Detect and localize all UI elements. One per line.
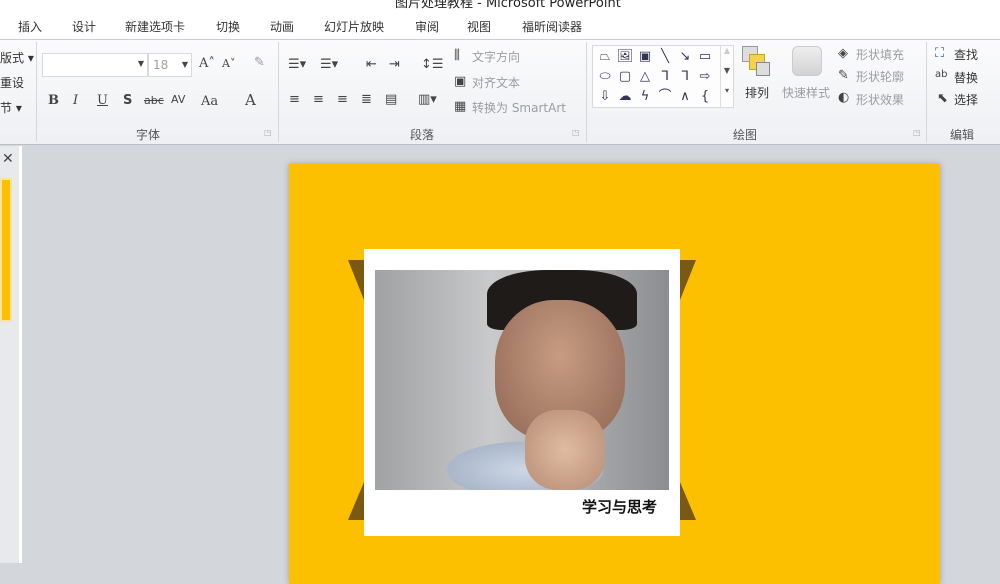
corner-flap	[680, 260, 696, 300]
portrait-photo[interactable]	[375, 270, 669, 490]
corner-flap	[680, 482, 696, 520]
photo-caption: 学习与思考	[582, 498, 658, 516]
corner-flap	[348, 260, 364, 300]
corner-flap	[348, 482, 364, 520]
